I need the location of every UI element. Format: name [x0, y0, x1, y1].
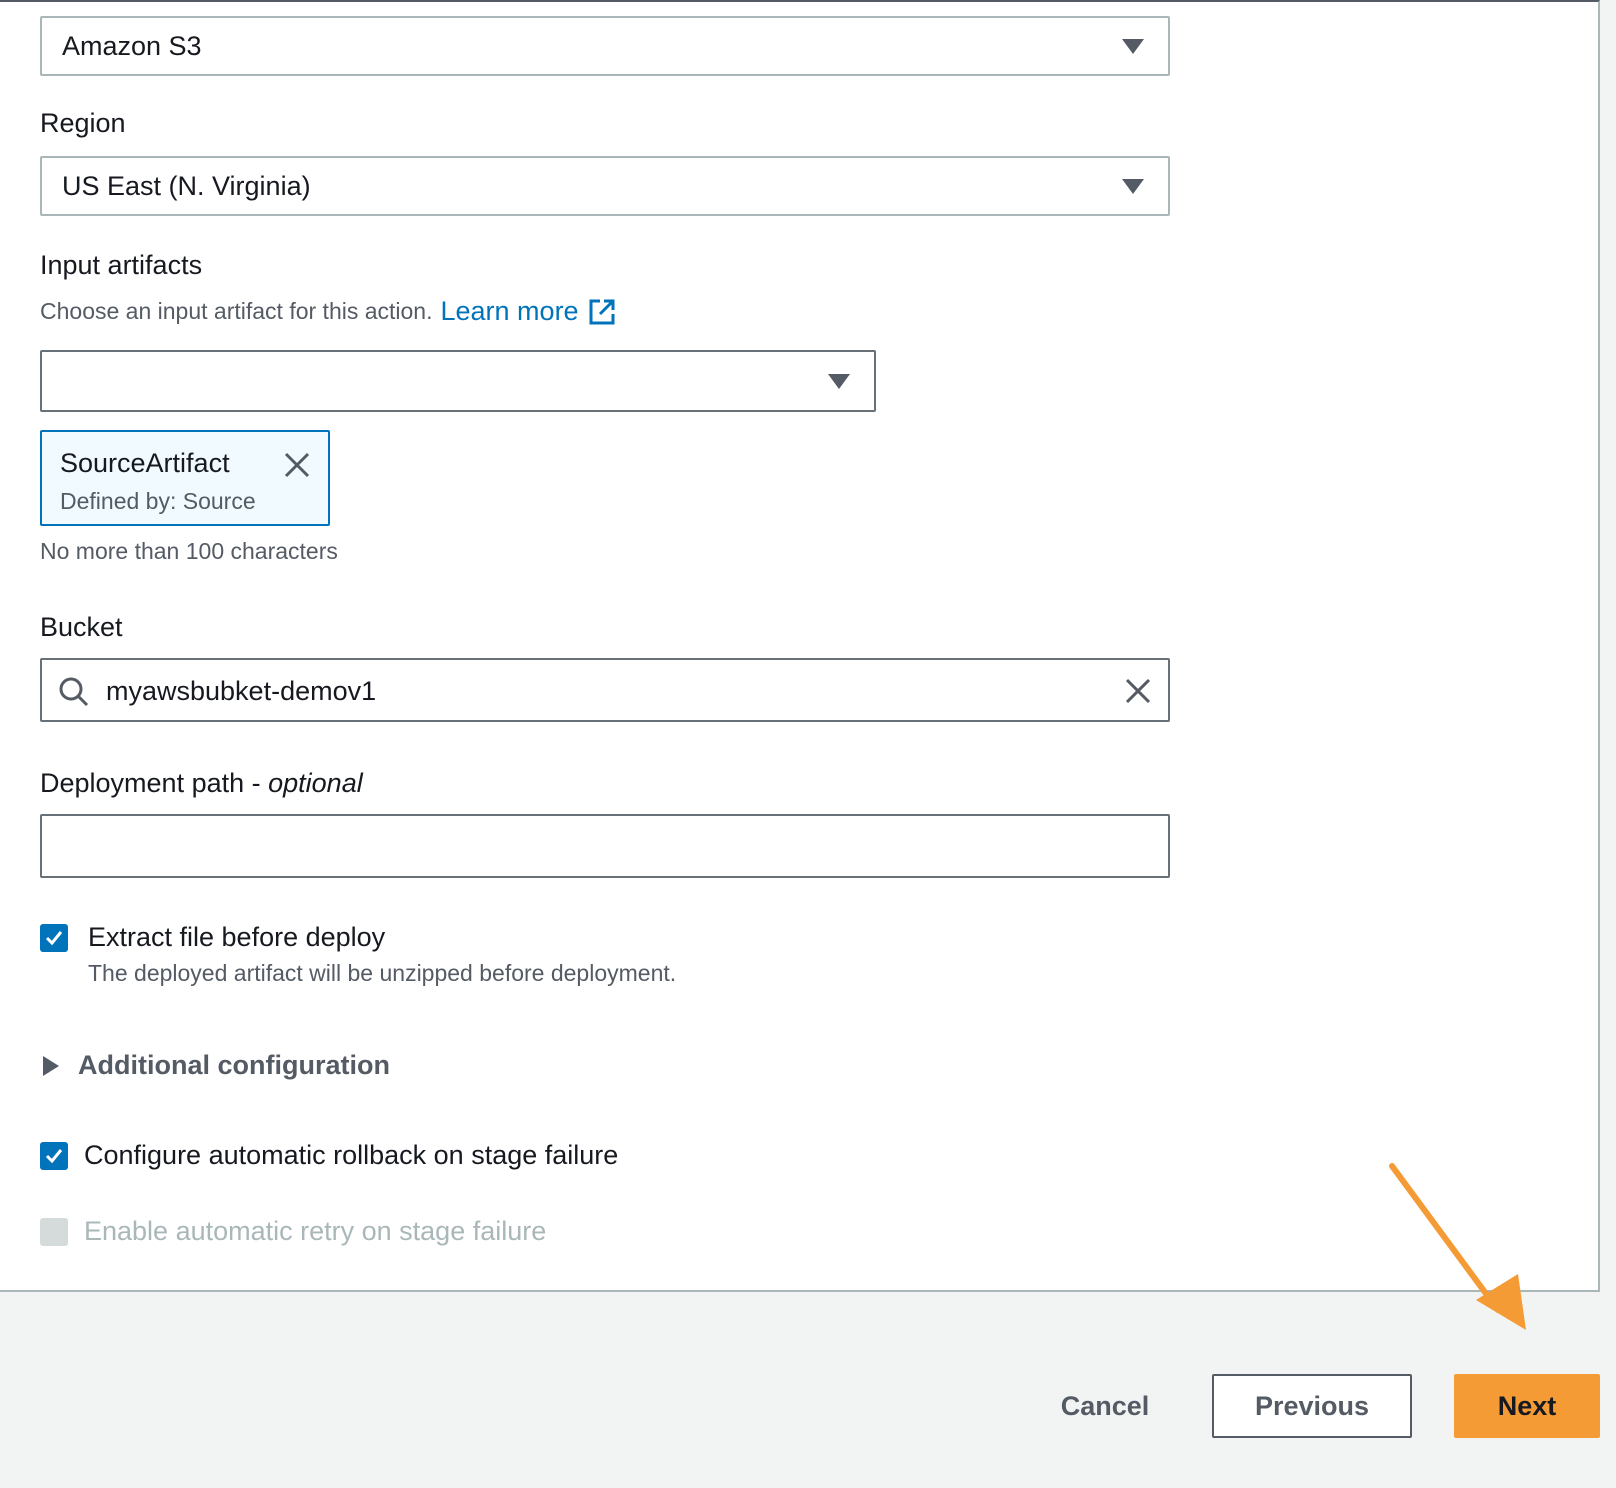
artifact-token-name: SourceArtifact	[60, 448, 230, 478]
artifact-token: SourceArtifact Defined by: Source	[40, 430, 330, 526]
close-icon[interactable]	[282, 450, 312, 480]
region-value: US East (N. Virginia)	[62, 170, 311, 201]
annotation-arrow	[1389, 1163, 1526, 1330]
deployment-path-label-text: Deployment path -	[40, 768, 269, 798]
input-artifacts-label: Input artifacts	[40, 250, 203, 280]
action-provider-select[interactable]: Amazon S3	[40, 16, 1170, 76]
rollback-label: Configure automatic rollback on stage fa…	[84, 1140, 619, 1170]
extract-file-label: Extract file before deploy	[88, 922, 386, 952]
artifact-token-defined-by: Defined by: Source	[60, 488, 256, 514]
input-artifacts-description: Choose an input artifact for this action…	[40, 296, 617, 327]
learn-more-link[interactable]: Learn more	[441, 296, 579, 327]
action-provider-value: Amazon S3	[62, 30, 202, 61]
retry-label: Enable automatic retry on stage failure	[84, 1216, 547, 1246]
extract-file-description: The deployed artifact will be unzipped b…	[88, 960, 677, 986]
additional-configuration-label: Additional configuration	[78, 1050, 390, 1080]
next-button[interactable]: Next	[1454, 1374, 1600, 1438]
extract-file-checkbox[interactable]	[40, 924, 68, 952]
rollback-checkbox[interactable]	[40, 1142, 68, 1170]
retry-checkbox[interactable]	[40, 1218, 68, 1246]
clear-icon[interactable]	[1124, 677, 1152, 705]
checkmark-icon	[45, 1149, 63, 1164]
input-artifacts-constraint: No more than 100 characters	[40, 538, 338, 564]
cancel-button[interactable]: Cancel	[1040, 1374, 1170, 1438]
optional-tag: optional	[268, 768, 363, 798]
search-icon	[59, 677, 89, 707]
input-artifacts-help-text: Choose an input artifact for this action…	[40, 298, 433, 324]
input-artifacts-select[interactable]	[40, 350, 876, 412]
external-link-icon[interactable]	[587, 297, 617, 327]
action-config-panel: Amazon S3 Region US East (N. Virginia) I…	[0, 0, 1600, 1292]
additional-configuration-expander[interactable]: Additional configuration	[40, 1050, 390, 1081]
deployment-path-label: Deployment path - optional	[40, 768, 363, 799]
checkmark-icon	[45, 931, 63, 946]
bucket-label: Bucket	[40, 612, 123, 642]
bucket-search-input[interactable]: myawsbubket-demov1	[40, 658, 1170, 722]
region-select[interactable]: US East (N. Virginia)	[40, 156, 1170, 216]
deployment-path-input[interactable]	[40, 814, 1170, 878]
bucket-value: myawsbubket-demov1	[106, 676, 377, 706]
region-label: Region	[40, 108, 126, 138]
previous-button[interactable]: Previous	[1212, 1374, 1412, 1438]
chevron-down-icon	[828, 374, 850, 389]
chevron-down-icon	[1122, 39, 1144, 54]
chevron-down-icon	[1122, 179, 1144, 194]
caret-right-icon	[43, 1055, 59, 1076]
